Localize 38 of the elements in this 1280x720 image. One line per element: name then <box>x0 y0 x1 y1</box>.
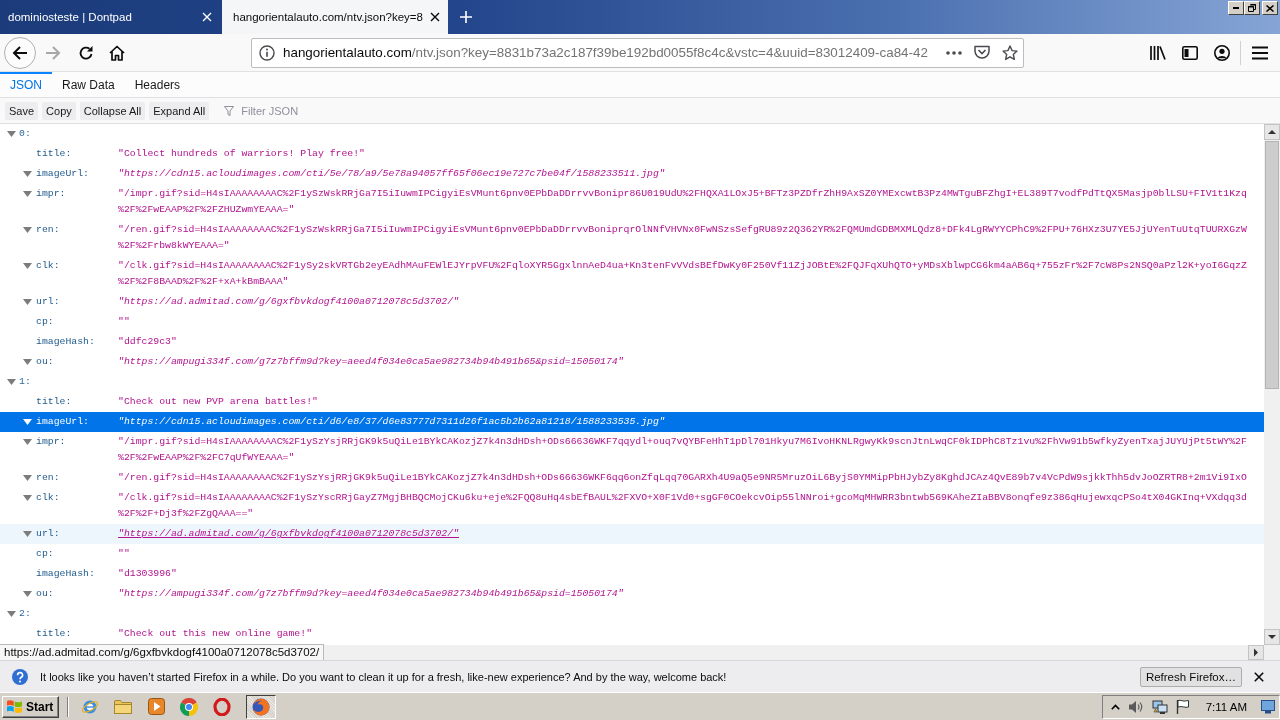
json-key: url: <box>36 294 60 310</box>
json-key: ren: <box>36 470 60 486</box>
json-key: 1: <box>19 374 31 390</box>
json-key: ren: <box>36 222 60 238</box>
json-key: ou: <box>36 354 54 370</box>
string-value: "" <box>118 315 130 329</box>
json-key: title: <box>36 626 72 642</box>
clock: 7:11 AM <box>1205 700 1247 713</box>
string-value: "/ren.gif?sid=H4sIAAAAAAAAC%2F1ySzWskRRjGa7I5iIuwmIPCigyiEsVMunt6pnv0EPbDaDDrrvvBoniprqrOlNNfVHVNx0FwNSzsSefgRU89z2Q362YR%2FQMUmdGDBMXMLQdz8+DFk4LgRWYYCPhC9%2FPU+76HXz3U7YE5JjUYenTuUtqTUURXGzW %2F%2Frbw8kWYEAAA=" <box>118 223 1247 253</box>
json-key: clk: <box>36 490 60 506</box>
string-value: "/impr.gif?sid=H4sIAAAAAAAAC%2F1ySzWskRRjGa7I5iIuwmIPCigyiEsVMunt6pnv0EPbDaDDrrvvBonipr86U019UdU%2FHQXA1LOxJ5+BFTz3PZDfrZhH9AxSZ0YMExcwtB3Pz4MWTguBFZhgI+EL389T7vodfPdTtQX5Masjp0blLSU+FIV1t1Kzq %2F%2FwEAAP%2F%2FZHUZwmYEAAA=" <box>118 187 1247 217</box>
string-value: "/ren.gif?sid=H4sIAAAAAAAAC%2F1ySzYsjRRjGK9k5uQiLe1BYkCAKozjZ7k4n3dHDsh+ODs66636WKF6qq6onZfqLqq70GARXh4U9aQ5e9NR5MruzOiL6ByjS0YMMipPbHJybZy8KghdJCAz4QvE89b7v4VcPdW9sjkkThh5dvJoOZRTR8+2m1Vi9IxO <box>118 471 1247 485</box>
json-key: clk: <box>36 258 60 274</box>
string-value: "/clk.gif?sid=H4sIAAAAAAAAC%2F1ySy2skVRTGb2eyEAdhMAuFEWlEJYrpVFU%2FqloXYR5GgxlnnAeD4ua+Kn3tenFvVVdsBEfDwKy0F250Vf11ZjJOBtE%2FQJFqXUhQTO+yMDsXblwpCG6km4aAB6q+755zFr%2F7cW8Ps2NSQ0aPzl2K+yoI6GqzZ %2F%2F8BAAD%2F%2F+xA+kBmBAAA" <box>118 259 1247 289</box>
string-value: "ddfc29c3" <box>118 335 177 349</box>
string-value: "Check out new PVP arena battles!" <box>118 395 318 409</box>
string-value: "Check out this new online game!" <box>118 627 312 641</box>
string-value: "/clk.gif?sid=H4sIAAAAAAAAC%2F1ySzYscRRjGayZ7MgjBHBQCMojCKu6ku+eje%2FQQ8uHq4sbEfBAUL%2FXVO+X0F1Vd0+sgGF0COekcvOip55lNNroi+gcoMqMHWRR3bntwb569KAheZIaBBV8onqfe9z386qHujewxqcPSo4tX04GKInq+VXdqq3d %2F%2F+Dj3f%2FZgQAAA==" <box>118 491 1247 521</box>
json-key: cp: <box>36 314 54 330</box>
json-key: url: <box>36 526 60 542</box>
json-key: imageUrl: <box>36 166 89 182</box>
json-key: cp: <box>36 546 54 562</box>
json-key: 0: <box>19 126 31 142</box>
json-key: imageUrl: <box>36 414 89 430</box>
json-key: title: <box>36 146 72 162</box>
json-key: ou: <box>36 586 54 602</box>
json-key: imageHash: <box>36 334 95 350</box>
string-value: "" <box>118 547 130 561</box>
status-url-tooltip: https://ad.admitad.com/g/6gxfbvkdogf4100a0712078c5d3702/ <box>0 644 325 660</box>
json-key: impr: <box>36 434 66 450</box>
json-key: title: <box>36 394 72 410</box>
json-key: 2: <box>19 606 31 622</box>
notification-message: It looks like you haven’t started Firefox in a while. Do you want to clean it up for a fresh, like-new experience? And by the way, welcome back! <box>40 670 728 683</box>
string-value: "Collect hundreds of warriors! Play free!" <box>118 147 365 161</box>
string-value: "/impr.gif?sid=H4sIAAAAAAAAC%2F1ySzYsjRRjGK9k5uQiLe1BYkCAKozjZ7k4n3dHDsh+ODs66636WKF7qqydl+ouq7vQYBFeHhT1pDl701Hkyu7M6IvoHKNLRgwyKk9scnJtnLwqCF0kIDPhC8Tz1vu%2FhVw91b5wfkyZyenTxajJUYUjPt5tWY%2F %2F%2FwEAAP%2F%2FC7qUfWYEAAA=" <box>118 435 1247 465</box>
string-value: "d1303996" <box>118 567 177 581</box>
json-key: imageHash: <box>36 566 95 582</box>
json-key: impr: <box>36 186 66 202</box>
